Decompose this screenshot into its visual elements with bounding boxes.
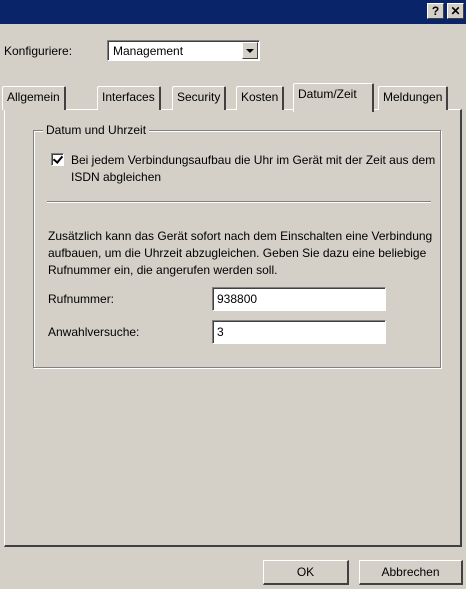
title-bar: ? ✕ (0, 0, 466, 24)
tab-security[interactable]: Security (172, 86, 227, 110)
group-title: Datum und Uhrzeit (43, 123, 150, 137)
cancel-button[interactable]: Abbrechen (359, 560, 463, 585)
anwahlversuche-input[interactable] (212, 320, 386, 344)
rufnummer-label: Rufnummer: (48, 292, 115, 306)
configure-selected-value: Management (113, 44, 184, 58)
configure-label: Konfiguriere: (4, 44, 73, 58)
tab-interfaces[interactable]: Interfaces (97, 86, 161, 110)
description-text: Zusätzlich kann das Gerät sofort nach de… (48, 229, 433, 277)
close-icon[interactable]: ✕ (447, 3, 464, 19)
help-icon[interactable]: ? (427, 3, 444, 19)
rufnummer-input[interactable] (212, 287, 386, 311)
tab-strip: Allgemein Interfaces Security Kosten Dat… (0, 83, 466, 112)
separator (47, 201, 431, 203)
tab-allgemein[interactable]: Allgemein (2, 86, 66, 110)
sync-clock-checkbox[interactable] (51, 153, 64, 166)
sync-clock-label[interactable]: Bei jedem Verbindungsaufbau die Uhr im G… (71, 152, 436, 186)
configure-select[interactable]: Management (107, 40, 260, 61)
tab-meldungen[interactable]: Meldungen (378, 86, 449, 110)
tab-kosten[interactable]: Kosten (236, 86, 285, 110)
tab-datum-zeit[interactable]: Datum/Zeit (293, 83, 374, 112)
chevron-down-icon[interactable] (242, 42, 258, 59)
anwahlversuche-label: Anwahlversuche: (48, 325, 140, 339)
ok-button[interactable]: OK (263, 560, 349, 585)
dialog-window: ? ✕ Konfiguriere: Management Allgemein I… (0, 0, 466, 589)
